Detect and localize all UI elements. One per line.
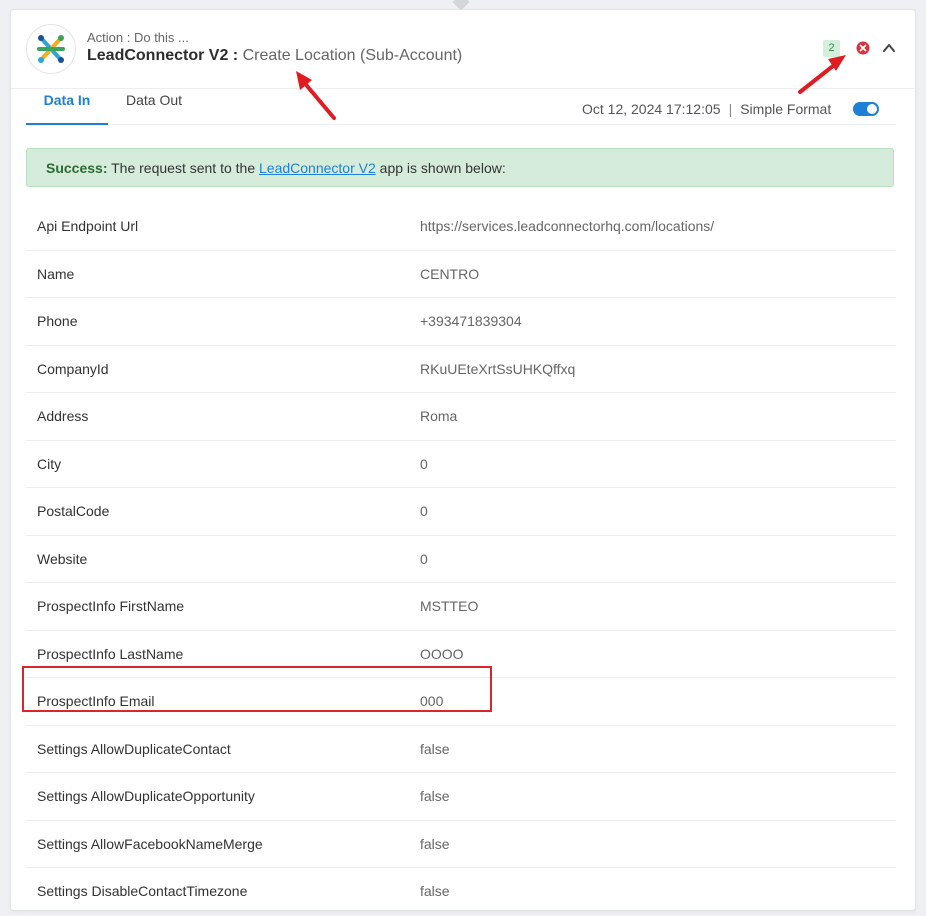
row-value: 0 [420,550,428,567]
row-key: PostalCode [37,503,110,519]
row-value: RKuUEteXrtSsUHKQffxq [420,360,576,377]
toggle-knob [867,104,877,114]
row-value: 0 [420,455,428,472]
table-row: PostalCode 0 [26,488,896,536]
row-value: Roma [420,408,458,424]
highlight-annotation-box [22,666,492,712]
row-key: Phone [37,313,78,329]
row-value: false [420,740,450,757]
table-row: Settings AllowDuplicateContact false [26,726,896,773]
app-name: LeadConnector V2 [87,47,229,64]
row-key: ProspectInfo FirstName [37,598,185,614]
request-timestamp: Oct 12, 2024 17:12:05 [582,101,721,117]
tab-data-in[interactable]: Data In [26,78,108,125]
chevron-up-icon[interactable] [882,41,896,55]
table-row: Settings DisableContactTimezone false [26,868,896,916]
table-row: Settings AllowDuplicateOpportunity false [26,773,896,821]
row-key: City [37,455,62,472]
row-value: false [420,883,450,899]
app-logo-icon [26,24,76,74]
row-value: 0 [420,503,428,519]
table-row: CompanyId RKuUEteXrtSsUHKQffxq [26,346,896,393]
request-meta: Oct 12, 2024 17:12:05 | Simple Format [582,101,831,117]
table-row: Address Roma [26,393,896,441]
row-key: Settings DisableContactTimezone [37,883,248,899]
row-key: CompanyId [37,360,109,377]
table-row: ProspectInfo FirstName MSTTEO [26,583,896,631]
row-key: Name [37,265,75,282]
row-value: CENTRO [420,265,480,282]
step-title: LeadConnector V2 : Create Location (Sub-… [87,47,462,65]
alert-suffix: app is shown below: [375,160,506,176]
simple-format-toggle[interactable] [853,102,879,116]
row-key: Settings AllowDuplicateOpportunity [37,788,255,804]
error-circle-icon[interactable] [856,41,870,55]
success-alert: Success: The request sent to the LeadCon… [26,148,894,187]
alert-prefix: The request sent to the [107,160,259,176]
table-row: Name CENTRO [26,251,896,298]
row-value: https://services.leadconnectorhq.com/loc… [420,218,715,234]
simple-format-label: Simple Format [740,101,832,117]
table-row: Settings AllowFacebookNameMerge false [26,821,896,868]
row-key: Address [37,408,89,424]
row-key: Settings AllowDuplicateContact [37,740,231,757]
row-value: MSTTEO [420,598,479,614]
action-label: Action : Do this ... [87,30,189,45]
tab-data-out[interactable]: Data Out [108,78,200,123]
table-row: Phone +393471839304 [26,298,896,346]
event-name: Create Location (Sub-Account) [242,47,463,64]
row-key: Api Endpoint Url [37,218,139,234]
row-value: false [420,788,450,804]
table-row: City 0 [26,441,896,488]
table-row: Api Endpoint Url https://services.leadcon… [26,203,896,251]
meta-separator: | [728,101,733,117]
row-value: false [420,835,450,852]
app-link[interactable]: LeadConnector V2 [259,160,376,176]
title-separator: : [228,47,243,64]
row-key: Website [37,550,88,567]
row-value: +393471839304 [420,313,522,329]
success-label: Success: [46,160,108,176]
request-data-table: Api Endpoint Url https://services.leadcon… [26,203,896,916]
row-key: Settings AllowFacebookNameMerge [37,835,263,852]
table-row: Website 0 [26,536,896,583]
count-badge: 2 [823,40,840,57]
